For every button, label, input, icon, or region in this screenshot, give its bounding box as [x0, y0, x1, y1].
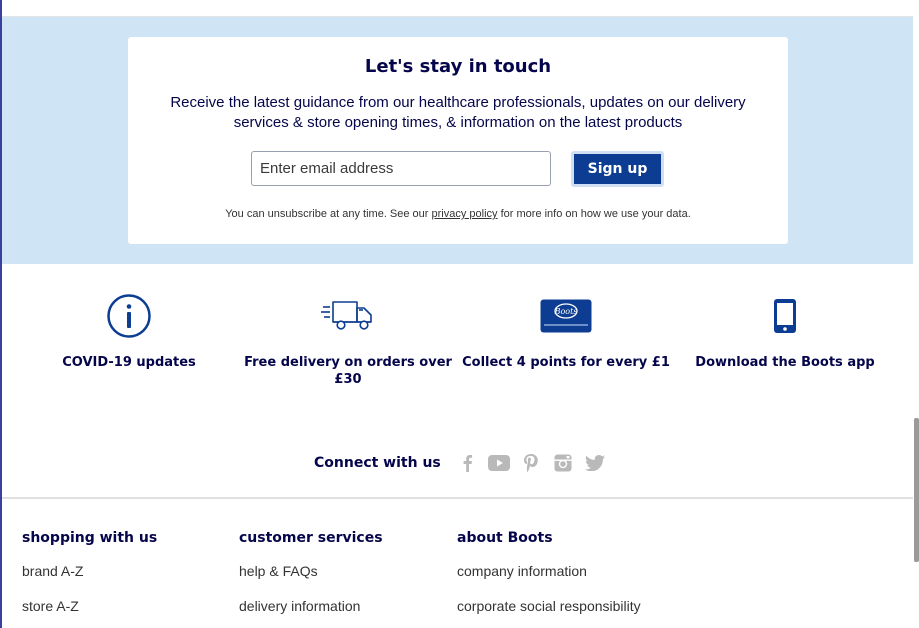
connect-with-us: Connect with us — [314, 452, 611, 474]
footer-link-delivery-information[interactable]: delivery information — [239, 598, 383, 628]
advantage-card-icon: Boots — [461, 294, 671, 338]
benefits-row: COVID-19 updates Free delivery on orders… — [2, 264, 913, 424]
pinterest-icon[interactable] — [515, 452, 547, 474]
footer-heading: about Boots — [457, 530, 553, 546]
sign-up-button[interactable]: Sign up — [571, 151, 664, 187]
page: Let's stay in touch Receive the latest g… — [2, 0, 913, 628]
footer-link-help-faqs[interactable]: help & FAQs — [239, 563, 383, 598]
footer-column-customer-services: customer services help & FAQs delivery i… — [239, 530, 383, 628]
connect-title: Connect with us — [314, 455, 441, 471]
twitter-icon[interactable] — [579, 452, 611, 474]
benefit-label: Collect 4 points for every £1 — [462, 355, 670, 370]
benefit-label: COVID-19 updates — [62, 355, 196, 370]
delivery-truck-icon — [243, 294, 453, 338]
footer-heading: shopping with us — [22, 530, 158, 546]
benefit-points[interactable]: Boots Collect 4 points for every £1 — [461, 294, 671, 371]
info-icon — [24, 294, 234, 338]
newsletter-card: Let's stay in touch Receive the latest g… — [128, 37, 788, 244]
benefit-app[interactable]: Download the Boots app — [680, 294, 890, 371]
benefit-label: Download the Boots app — [695, 355, 875, 370]
facebook-icon[interactable] — [451, 452, 483, 474]
footer-column-shopping: shopping with us brand A-Z store A-Z — [22, 530, 157, 628]
benefit-free-delivery[interactable]: Free delivery on orders over £30 — [243, 294, 453, 388]
footer-link-company-information[interactable]: company information — [457, 563, 641, 598]
footer-divider — [2, 497, 913, 499]
footer-link-brand-a-z[interactable]: brand A-Z — [22, 563, 157, 598]
unsubscribe-note: You can unsubscribe at any time. See our… — [128, 208, 788, 220]
youtube-icon[interactable] — [483, 452, 515, 474]
email-input[interactable] — [251, 151, 551, 186]
note-text-before: You can unsubscribe at any time. See our — [225, 208, 432, 220]
newsletter-section: Let's stay in touch Receive the latest g… — [2, 17, 913, 264]
note-text-after: for more info on how we use your data. — [497, 208, 691, 220]
top-strip — [2, 0, 913, 17]
newsletter-description: Receive the latest guidance from our hea… — [170, 94, 746, 131]
benefit-covid[interactable]: COVID-19 updates — [24, 294, 234, 371]
footer-link-store-a-z[interactable]: store A-Z — [22, 598, 157, 628]
footer-heading: customer services — [239, 530, 383, 546]
newsletter-title: Let's stay in touch — [364, 56, 552, 77]
mobile-phone-icon — [680, 294, 890, 338]
card-logo-text: Boots — [554, 307, 578, 316]
scrollbar-thumb[interactable] — [914, 418, 919, 562]
instagram-icon[interactable] — [547, 452, 579, 474]
benefit-label: Free delivery on orders over £30 — [244, 355, 452, 387]
privacy-policy-link[interactable]: privacy policy — [432, 208, 498, 220]
footer-column-about-boots: about Boots company information corporat… — [457, 530, 641, 628]
footer-link-corporate-social-responsibility[interactable]: corporate social responsibility — [457, 598, 641, 628]
